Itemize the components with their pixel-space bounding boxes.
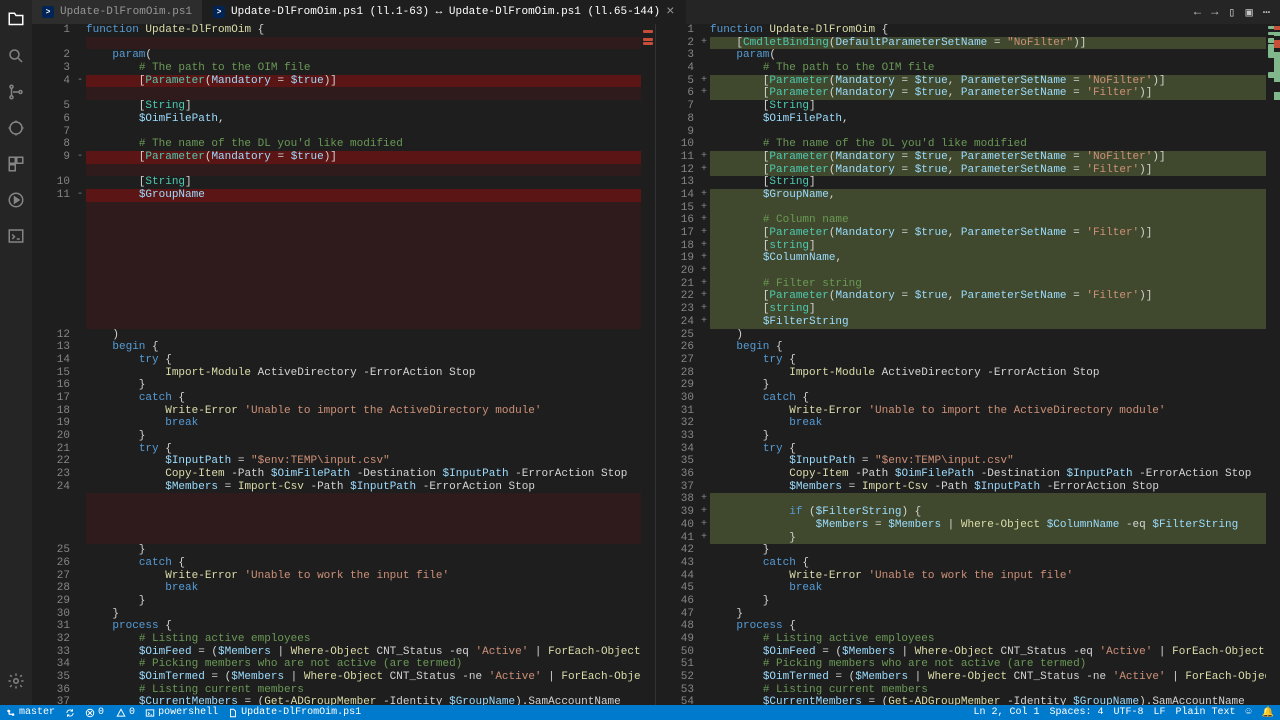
overview-ruler[interactable] <box>1274 24 1280 705</box>
split-editor-icon[interactable]: ▣ <box>1246 5 1253 20</box>
source-control-icon[interactable] <box>4 80 28 104</box>
tab-label: Update-DlFromOim.ps1 (ll.1-63) ↔ Update-… <box>231 6 660 18</box>
diff-editor: 1234567891011121314151617181920212223242… <box>32 24 1280 705</box>
status-problems[interactable]: 0 0 <box>85 707 135 718</box>
status-eol[interactable]: LF <box>1154 707 1166 719</box>
tab-bar: > Update-DlFromOim.ps1 > Update-DlFromOi… <box>32 0 1280 24</box>
status-sync[interactable] <box>65 708 75 718</box>
debug-icon[interactable] <box>4 116 28 140</box>
status-feedback-icon[interactable]: ☺ <box>1246 707 1252 719</box>
status-language[interactable]: Plain Text <box>1176 707 1236 719</box>
status-position[interactable]: Ln 2, Col 1 <box>973 707 1039 719</box>
nav-back-icon[interactable]: ← <box>1194 5 1201 19</box>
run-icon[interactable] <box>4 188 28 212</box>
minimap[interactable] <box>641 24 655 705</box>
status-branch[interactable]: master <box>6 707 55 718</box>
powershell-icon: > <box>213 6 225 18</box>
diff-pane-original[interactable]: 1234567891011121314151617181920212223242… <box>32 24 656 705</box>
tab-file-original[interactable]: > Update-DlFromOim.ps1 <box>32 0 203 24</box>
status-spaces[interactable]: Spaces: 4 <box>1049 707 1103 719</box>
gear-icon[interactable] <box>4 669 28 693</box>
activity-bar <box>0 0 32 705</box>
tab-actions: ← → ▯ ▣ ⋯ <box>1194 0 1280 24</box>
more-icon[interactable]: ⋯ <box>1263 5 1270 20</box>
extensions-icon[interactable] <box>4 152 28 176</box>
status-encoding[interactable]: UTF-8 <box>1113 707 1143 719</box>
toggle-layout-icon[interactable]: ▯ <box>1228 5 1235 20</box>
status-bell-icon[interactable]: 🔔 <box>1262 707 1274 719</box>
tab-label: Update-DlFromOim.ps1 <box>60 6 192 18</box>
nav-forward-icon[interactable]: → <box>1211 5 1218 19</box>
status-file[interactable]: Update-DlFromOim.ps1 <box>228 707 361 718</box>
diff-pane-modified[interactable]: 1234567891011121314151617181920212223242… <box>656 24 1280 705</box>
status-shell[interactable]: powershell <box>145 707 218 718</box>
search-icon[interactable] <box>4 44 28 68</box>
terminal-icon[interactable] <box>4 224 28 248</box>
explorer-icon[interactable] <box>4 8 28 32</box>
close-icon[interactable]: × <box>666 4 674 20</box>
tab-file-diff[interactable]: > Update-DlFromOim.ps1 (ll.1-63) ↔ Updat… <box>203 0 685 24</box>
status-bar: master 0 0 powershell Update-DlFromOim.p… <box>0 705 1280 720</box>
powershell-icon: > <box>42 6 54 18</box>
